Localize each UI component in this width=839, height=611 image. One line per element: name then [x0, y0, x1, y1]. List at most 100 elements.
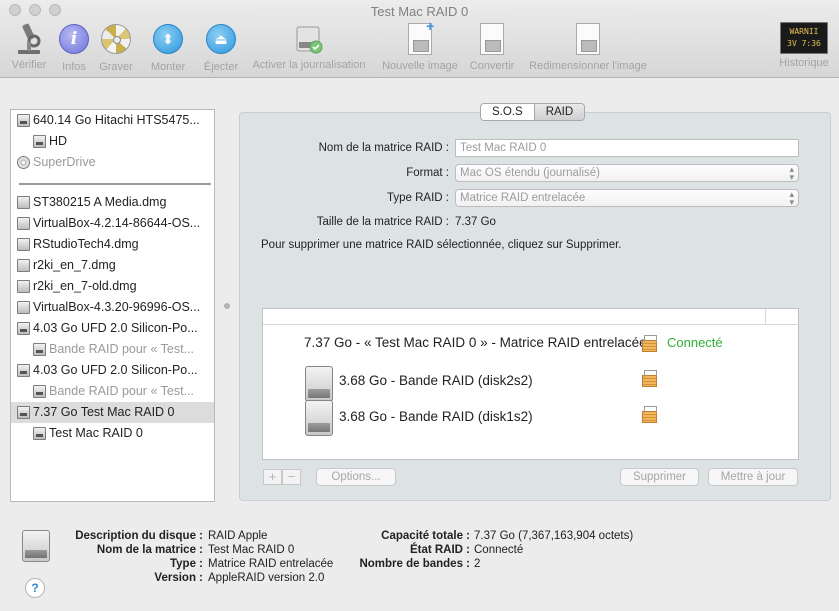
sidebar-item-label: Bande RAID pour « Test... [49, 342, 194, 356]
hard-disk-icon [17, 114, 30, 127]
sidebar-item-usb-disk[interactable]: 4.03 Go UFD 2.0 Silicon-Po... [11, 360, 214, 381]
remove-button[interactable]: − [282, 469, 301, 485]
raid-size-value: 7.37 Go [455, 216, 496, 228]
log-icon-line-2: 3V 7:36 [787, 39, 821, 48]
raid-type-popup[interactable]: Matrice RAID entrelacée ▴ ▾ [455, 189, 799, 207]
sidebar-item-label: SuperDrive [33, 155, 96, 169]
new-image-icon: + [408, 18, 434, 55]
sidebar-item-label: r2ki_en_7-old.dmg [33, 279, 137, 293]
sidebar-divider [19, 183, 211, 185]
format-label: Format : [406, 167, 449, 179]
resize-image-icon [576, 23, 600, 55]
help-button[interactable]: ? [25, 578, 45, 598]
raid-slice-icon [33, 385, 46, 398]
sidebar-item-label: r2ki_en_7.dmg [33, 258, 116, 272]
resize-image-button[interactable]: Redimensionner l'image [524, 22, 652, 72]
disk-image-icon [17, 196, 30, 209]
raid-member-row[interactable]: 3.68 Go - Bande RAID (disk2s2) [339, 373, 533, 388]
sidebar-item-superdrive[interactable]: SuperDrive [11, 152, 214, 173]
disk-sidebar: 640.14 Go Hitachi HTS5475... HD SuperDri… [10, 109, 215, 502]
splitter-handle[interactable] [224, 303, 230, 309]
sidebar-item-dmg[interactable]: r2ki_en_7.dmg [11, 255, 214, 276]
burn-button[interactable]: Graver [96, 22, 136, 73]
raid-slice-icon [33, 343, 46, 356]
info-icon: i [59, 24, 89, 54]
sidebar-item-dmg[interactable]: VirtualBox-4.3.20-96996-OS... [11, 297, 214, 318]
new-image-button[interactable]: + Nouvelle image [378, 18, 462, 72]
log-icon: WARNII 3V 7:36 [780, 22, 828, 54]
usb-disk-icon [17, 364, 30, 377]
sidebar-item-usb-disk[interactable]: 4.03 Go UFD 2.0 Silicon-Po... [11, 318, 214, 339]
band-count-value: 2 [474, 558, 481, 570]
raid-type-label: Type RAID : [387, 192, 449, 204]
type-label: Type : [169, 558, 203, 570]
disk-image-icon [17, 301, 30, 314]
sidebar-item-label: RStudioTech4.dmg [33, 237, 139, 251]
burn-label: Graver [99, 61, 133, 73]
enable-journaling-button[interactable]: Activer la journalisation [246, 22, 372, 71]
sidebar-item-label: ST380215 A Media.dmg [33, 195, 167, 209]
format-popup[interactable]: Mac OS étendu (journalisé) ▴ ▾ [455, 164, 799, 182]
optical-drive-icon [17, 156, 30, 169]
disk-image-icon [17, 238, 30, 251]
mount-button[interactable]: ⬍ Monter [147, 22, 189, 73]
add-button[interactable]: + [263, 469, 282, 485]
eject-button[interactable]: ⏏ Éjecter [200, 22, 242, 73]
member-disk-icon [305, 400, 333, 436]
eject-label: Éjecter [203, 61, 239, 73]
set-name-label: Nom de la matrice : [96, 544, 203, 556]
info-button[interactable]: i Infos [56, 22, 92, 73]
sidebar-item-raid-slice[interactable]: Bande RAID pour « Test... [11, 381, 214, 402]
sidebar-item-dmg[interactable]: RStudioTech4.dmg [11, 234, 214, 255]
sidebar-item-label: 4.03 Go UFD 2.0 Silicon-Po... [33, 321, 198, 335]
raid-lock-icon [642, 406, 657, 423]
delete-instructions: Pour supprimer une matrice RAID sélectio… [261, 239, 622, 251]
options-button[interactable]: Options... [316, 468, 396, 486]
sidebar-item-label: 640.14 Go Hitachi HTS5475... [33, 113, 200, 127]
raid-lock-icon [642, 370, 657, 387]
disk-image-icon [17, 259, 30, 272]
sidebar-item-hitachi-disk[interactable]: 640.14 Go Hitachi HTS5475... [11, 110, 214, 131]
sidebar-item-dmg[interactable]: ST380215 A Media.dmg [11, 192, 214, 213]
version-label: Version : [154, 572, 203, 584]
convert-button[interactable]: Convertir [466, 22, 518, 72]
raid-member-row[interactable]: 3.68 Go - Bande RAID (disk1s2) [339, 409, 533, 424]
mount-icon: ⬍ [153, 24, 183, 54]
raid-name-field[interactable]: Test Mac RAID 0 [455, 139, 799, 157]
eject-icon: ⏏ [206, 24, 236, 54]
sidebar-item-label: 4.03 Go UFD 2.0 Silicon-Po... [33, 363, 198, 377]
list-header [263, 309, 798, 325]
sidebar-item-label: 7.37 Go Test Mac RAID 0 [33, 405, 175, 419]
sidebar-item-label: HD [49, 134, 68, 148]
disk-description-label: Description du disque : [75, 530, 203, 542]
raid-set-icon [17, 406, 30, 419]
raid-lock-icon [642, 335, 657, 352]
delete-button[interactable]: Supprimer [620, 468, 699, 486]
usb-disk-icon [17, 322, 30, 335]
volume-icon [33, 135, 46, 148]
sidebar-item-raid-volume[interactable]: Test Mac RAID 0 [11, 423, 214, 444]
tab-first-aid[interactable]: S.O.S [481, 104, 534, 120]
disk-description-value: RAID Apple [208, 530, 268, 542]
sidebar-item-raid-set[interactable]: 7.37 Go Test Mac RAID 0 [11, 402, 214, 423]
band-count-label: Nombre de bandes : [359, 558, 470, 570]
volume-icon [33, 427, 46, 440]
window-title: Test Mac RAID 0 [370, 4, 469, 19]
sidebar-item-label: Test Mac RAID 0 [49, 426, 143, 440]
convert-icon [480, 23, 504, 55]
raid-status: Connecté [667, 335, 723, 350]
sidebar-item-hd[interactable]: HD [11, 131, 214, 152]
tab-raid[interactable]: RAID [533, 104, 585, 120]
sidebar-item-label: VirtualBox-4.2.14-86644-OS... [33, 216, 201, 230]
sidebar-item-dmg[interactable]: r2ki_en_7-old.dmg [11, 276, 214, 297]
sidebar-item-dmg[interactable]: VirtualBox-4.2.14-86644-OS... [11, 213, 214, 234]
raid-set-row[interactable]: 7.37 Go - « Test Mac RAID 0 » - Matrice … [304, 335, 647, 350]
log-button[interactable]: WARNII 3V 7:36 Historique [776, 22, 832, 69]
sidebar-item-raid-slice[interactable]: Bande RAID pour « Test... [11, 339, 214, 360]
update-button[interactable]: Mettre à jour [708, 468, 798, 486]
disk-image-icon [17, 280, 30, 293]
raid-state-label: État RAID : [409, 544, 470, 556]
enable-journaling-label: Activer la journalisation [252, 59, 366, 71]
verify-button[interactable]: Vérifier [8, 22, 50, 71]
mount-label: Monter [150, 61, 186, 73]
